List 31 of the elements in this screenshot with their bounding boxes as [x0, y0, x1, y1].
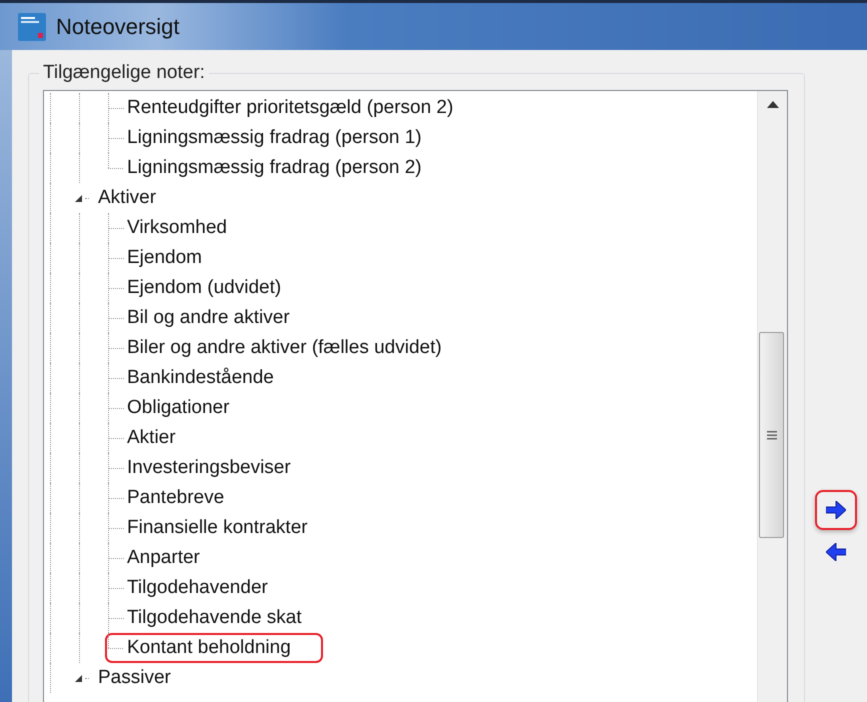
- tree-item[interactable]: Kontant beholdning: [105, 633, 323, 663]
- tree-item[interactable]: Tilgodehavender: [123, 573, 272, 603]
- tree-item[interactable]: Ejendom (udvidet): [123, 273, 286, 303]
- tree-item[interactable]: Pantebreve: [123, 483, 228, 513]
- group-label: Tilgængelige noter:: [42, 62, 206, 84]
- scrollbar[interactable]: [757, 91, 787, 702]
- scroll-thumb[interactable]: [759, 332, 784, 538]
- right-arrow-icon: [826, 501, 846, 519]
- scroll-up-icon[interactable]: [766, 101, 778, 108]
- tree-item[interactable]: Tilgodehavende skat: [123, 603, 306, 633]
- tree-item[interactable]: Virksomhed: [123, 213, 231, 243]
- tree-item[interactable]: Anparter: [123, 543, 204, 573]
- expand-icon[interactable]: [74, 674, 83, 682]
- tree-item[interactable]: Ligningsmæssig fradrag (person 2): [123, 153, 426, 183]
- tree-item[interactable]: Biler og andre aktiver (fælles udvidet): [123, 333, 446, 363]
- tree-item[interactable]: Investeringsbeviser: [123, 453, 295, 483]
- window-title: Noteoversigt: [56, 14, 180, 40]
- tree-item[interactable]: Renteudgifter prioritetsgæld (person 2): [123, 93, 458, 123]
- tree-item[interactable]: Ejendom: [123, 243, 206, 273]
- left-arrow-icon: [826, 543, 846, 561]
- tree-item[interactable]: Aktiver: [94, 183, 160, 213]
- tree-item[interactable]: Finansielle kontrakter: [123, 513, 312, 543]
- tree-item[interactable]: Aktier: [123, 423, 180, 453]
- tree-item[interactable]: Bankindestående: [123, 363, 278, 393]
- app-logo-icon: [18, 12, 46, 40]
- move-button[interactable]: [815, 490, 857, 530]
- tree-item[interactable]: Obligationer: [123, 393, 234, 423]
- tree-item[interactable]: Ligningsmæssig fradrag (person 1): [123, 123, 426, 153]
- expand-icon[interactable]: [74, 194, 83, 202]
- tree-item[interactable]: Bil og andre aktiver: [123, 303, 294, 333]
- tree-item[interactable]: Passiver: [94, 663, 175, 693]
